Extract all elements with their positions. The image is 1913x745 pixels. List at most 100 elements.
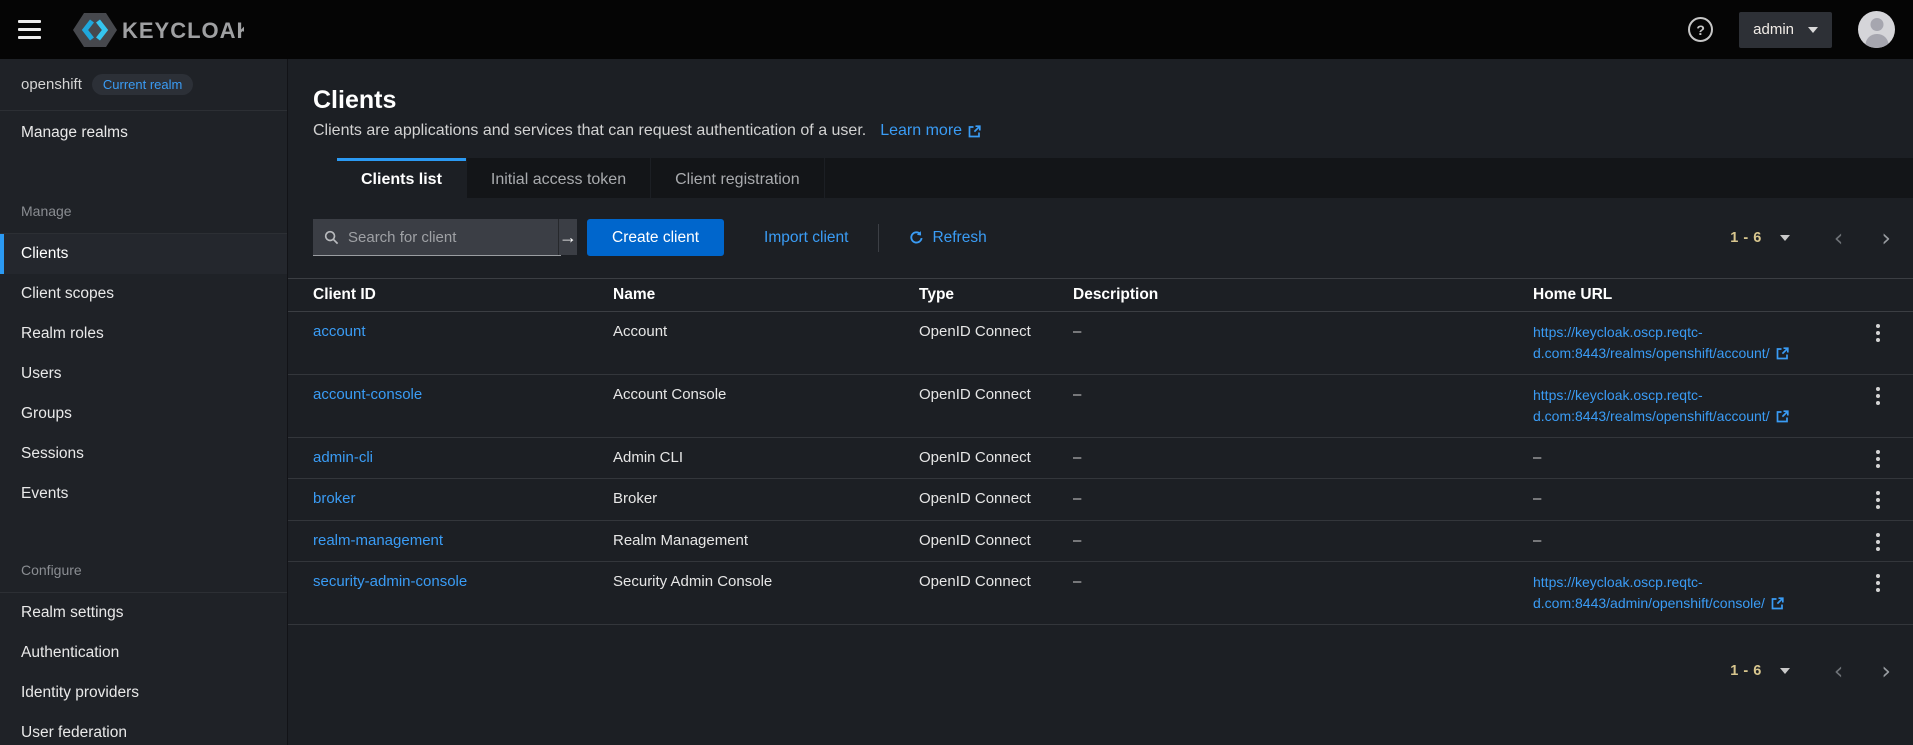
tab-clients-list[interactable]: Clients list xyxy=(337,158,466,198)
pagination-next-button[interactable]: › xyxy=(1875,659,1897,683)
name-cell: Admin CLI xyxy=(613,449,684,466)
search-input[interactable] xyxy=(348,228,547,246)
pagination-prev-button[interactable]: ‹ xyxy=(1828,659,1850,683)
col-type: Type xyxy=(919,286,955,303)
tab-client-registration[interactable]: Client registration xyxy=(651,158,824,198)
table-body: account Account OpenID Connect – https://key… xyxy=(288,312,1913,625)
home-url-cell: – xyxy=(1533,438,1843,478)
description-cell: – xyxy=(1073,531,1082,549)
col-description: Description xyxy=(1073,286,1159,303)
chevron-right-icon: › xyxy=(1881,223,1891,252)
sidebar-item-clients[interactable]: Clients xyxy=(0,234,287,274)
table-row: security-admin-console Security Admin Con… xyxy=(288,562,1913,625)
learn-more-label: Learn more xyxy=(880,122,963,139)
client-id-link[interactable]: admin-cli xyxy=(313,449,373,466)
toolbar-divider xyxy=(878,223,880,252)
sidebar-item-groups[interactable]: Groups xyxy=(0,394,287,434)
help-icon[interactable]: ? xyxy=(1688,17,1714,42)
chevron-right-icon: › xyxy=(1881,656,1891,685)
home-url-cell: https://keycloak.oscp.reqtc-d.com:8443/r… xyxy=(1533,375,1843,437)
home-url-cell: – xyxy=(1533,521,1843,561)
type-cell: OpenID Connect xyxy=(919,531,1031,549)
import-client-link[interactable]: Import client xyxy=(764,229,848,247)
sidebar-group-configure: Configure xyxy=(0,562,287,593)
client-id-cell: admin-cli xyxy=(313,438,613,478)
realm-selector[interactable]: openshift Current realm xyxy=(0,59,287,111)
external-link-icon xyxy=(968,124,981,137)
col-name: Name xyxy=(613,286,656,303)
pagination-menu-toggle[interactable]: 1 - 6 xyxy=(1730,663,1790,679)
client-id-link[interactable]: account-console xyxy=(313,386,422,403)
refresh-label: Refresh xyxy=(932,228,987,246)
sidebar-item-events[interactable]: Events xyxy=(0,474,287,514)
search-submit-button[interactable]: → xyxy=(558,219,577,255)
page-header: Clients Clients are applications and ser… xyxy=(288,59,1913,140)
client-id-link[interactable]: broker xyxy=(313,490,356,507)
table-row: account Account OpenID Connect – https://key… xyxy=(288,312,1913,375)
pagination-prev-button[interactable]: ‹ xyxy=(1828,226,1850,250)
page-description: Clients are applications and services th… xyxy=(313,122,867,139)
hamburger-icon[interactable] xyxy=(18,10,58,50)
home-url-empty: – xyxy=(1533,449,1542,466)
home-url-link[interactable]: https://keycloak.oscp.reqtc-d.com:8443/a… xyxy=(1533,572,1833,614)
home-url-cell: https://keycloak.oscp.reqtc-d.com:8443/r… xyxy=(1533,312,1843,374)
description-cell: – xyxy=(1073,490,1082,508)
kebab-menu-button[interactable] xyxy=(1868,375,1888,405)
table-header: Client ID Name Type Description Home URL xyxy=(288,278,1913,312)
tab-bar: Clients list Initial access token Client… xyxy=(288,158,1913,198)
col-client-id: Client ID xyxy=(313,286,376,303)
sidebar-item-manage-realms[interactable]: Manage realms xyxy=(0,111,287,155)
user-menu-dropdown[interactable]: admin xyxy=(1739,11,1832,48)
home-url-link[interactable]: https://keycloak.oscp.reqtc-d.com:8443/r… xyxy=(1533,385,1833,427)
description-cell: – xyxy=(1073,449,1082,466)
sidebar-item-authentication[interactable]: Authentication xyxy=(0,633,287,673)
sidebar-item-realm-roles[interactable]: Realm roles xyxy=(0,314,287,354)
kebab-menu-button[interactable] xyxy=(1868,521,1888,551)
keycloak-logo[interactable]: KEYCLOAK xyxy=(72,10,244,50)
sidebar-item-realm-settings[interactable]: Realm settings xyxy=(0,593,287,633)
kebab-menu-button[interactable] xyxy=(1868,479,1888,510)
refresh-icon xyxy=(910,231,923,244)
sidebar-manage-list: Clients Client scopes Realm roles Users … xyxy=(0,234,287,514)
external-link-icon xyxy=(1776,347,1789,360)
learn-more-link[interactable]: Learn more xyxy=(880,122,981,140)
kebab-menu-button[interactable] xyxy=(1868,312,1888,342)
type-cell: OpenID Connect xyxy=(919,572,1031,590)
current-realm-badge: Current realm xyxy=(91,74,194,95)
search-field xyxy=(313,219,558,255)
pagination-bottom: 1 - 6 ‹ › xyxy=(288,659,1913,683)
pagination-top: 1 - 6 ‹ › xyxy=(1730,226,1897,250)
home-url-link[interactable]: https://keycloak.oscp.reqtc-d.com:8443/r… xyxy=(1533,322,1833,364)
sidebar-item-client-scopes[interactable]: Client scopes xyxy=(0,274,287,314)
pagination-menu-toggle[interactable]: 1 - 6 xyxy=(1730,230,1790,246)
sidebar-item-identity-providers[interactable]: Identity providers xyxy=(0,673,287,713)
table-row: broker Broker OpenID Connect – – xyxy=(288,479,1913,521)
refresh-button[interactable]: Refresh xyxy=(909,228,987,247)
sidebar-item-user-federation[interactable]: User federation xyxy=(0,713,287,745)
sidebar: openshift Current realm Manage realms Ma… xyxy=(0,59,288,745)
client-id-link[interactable]: security-admin-console xyxy=(313,573,467,590)
caret-down-icon xyxy=(1779,667,1790,674)
sidebar-item-users[interactable]: Users xyxy=(0,354,287,394)
search-group: → xyxy=(313,219,577,256)
chevron-left-icon: ‹ xyxy=(1833,223,1844,252)
kebab-menu-button[interactable] xyxy=(1868,438,1888,468)
create-client-button[interactable]: Create client xyxy=(587,219,725,256)
kebab-menu-button[interactable] xyxy=(1868,562,1888,592)
pagination-next-button[interactable]: › xyxy=(1875,226,1897,250)
masthead-right: ? admin xyxy=(1688,11,1895,48)
client-id-cell: broker xyxy=(313,479,613,519)
client-id-link[interactable]: account xyxy=(313,323,366,340)
tab-initial-access-token[interactable]: Initial access token xyxy=(466,158,651,198)
main-content: Clients Clients are applications and ser… xyxy=(288,59,1913,745)
chevron-left-icon: ‹ xyxy=(1833,656,1844,685)
pagination-range: 1 - 6 xyxy=(1730,662,1762,679)
realm-name: openshift xyxy=(21,76,82,93)
page-title: Clients xyxy=(313,86,397,114)
avatar[interactable] xyxy=(1858,11,1895,48)
keycloak-logo-icon: KEYCLOAK xyxy=(73,12,244,47)
client-id-cell: realm-management xyxy=(313,521,613,561)
name-cell: Security Admin Console xyxy=(613,572,773,590)
sidebar-item-sessions[interactable]: Sessions xyxy=(0,434,287,474)
client-id-link[interactable]: realm-management xyxy=(313,532,443,549)
